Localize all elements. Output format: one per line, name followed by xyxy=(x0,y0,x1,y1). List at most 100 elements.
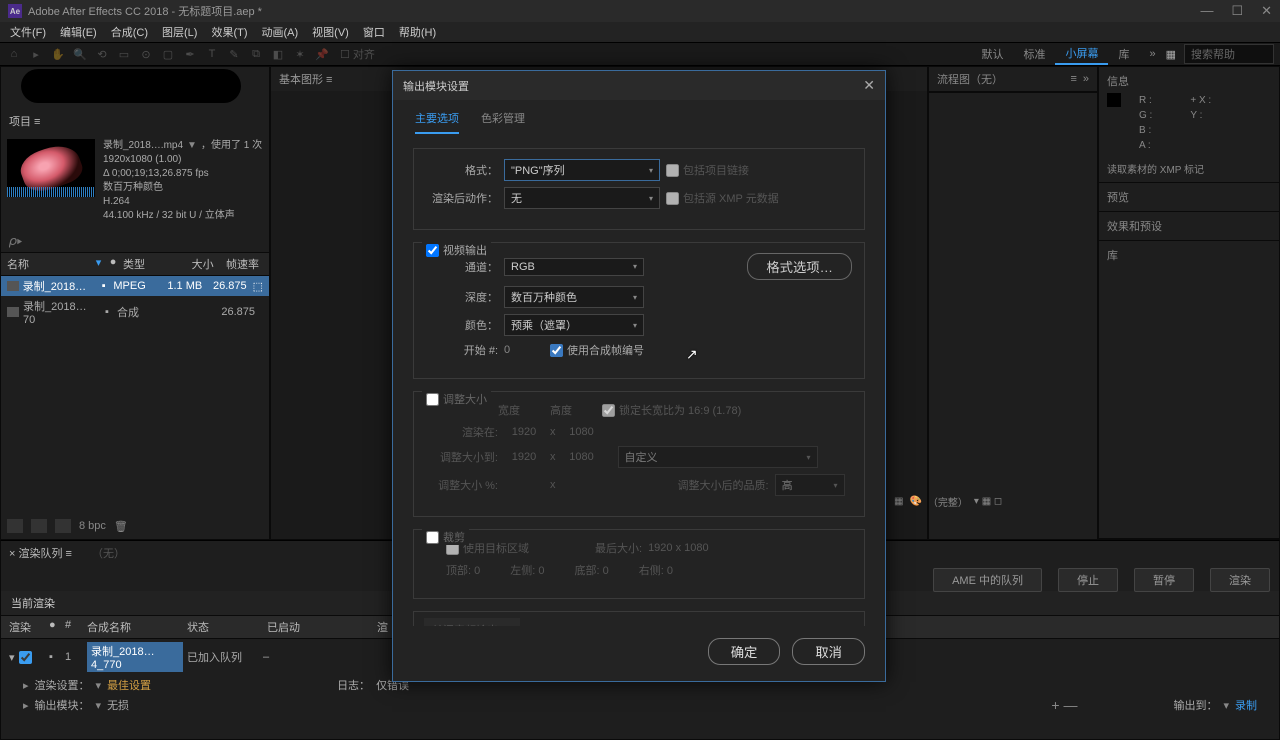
resize-checkbox[interactable]: 调整大小 xyxy=(422,391,491,407)
dropdown-icon[interactable]: ▾ xyxy=(1223,699,1229,712)
cancel-button[interactable]: 取消 xyxy=(792,638,865,665)
add-output-icon[interactable]: + — xyxy=(1051,697,1077,713)
ame-queue-button[interactable]: AME 中的队列 xyxy=(933,568,1042,592)
roto-tool-icon[interactable]: ✶ xyxy=(292,46,308,62)
clone-tool-icon[interactable]: ⧉ xyxy=(248,46,264,62)
ok-button[interactable]: 确定 xyxy=(708,638,781,665)
col-size[interactable]: 大小 xyxy=(168,256,213,272)
effects-panel[interactable]: 效果和预设 xyxy=(1099,212,1279,241)
workspace-standard[interactable]: 标准 xyxy=(1013,44,1055,64)
col-label[interactable]: ● xyxy=(103,256,123,272)
tab-main-options[interactable]: 主要选项 xyxy=(415,110,459,134)
menu-file[interactable]: 文件(F) xyxy=(4,22,52,42)
stop-button[interactable]: 停止 xyxy=(1058,568,1118,592)
text-tool-icon[interactable]: T xyxy=(204,46,220,62)
workspace-reset-icon[interactable]: ▦ xyxy=(1166,48,1176,61)
footage-thumbnail[interactable] xyxy=(7,139,95,197)
zoom-tool-icon[interactable]: 🔍 xyxy=(72,46,88,62)
footage-dropdown-icon[interactable]: ▼ xyxy=(187,139,197,153)
pause-button[interactable]: 暂停 xyxy=(1134,568,1194,592)
render-settings-link[interactable]: 最佳设置 xyxy=(107,677,151,693)
eraser-tool-icon[interactable]: ◧ xyxy=(270,46,286,62)
sort-icon[interactable]: ▾ xyxy=(96,256,102,272)
rcol-status[interactable]: 状态 xyxy=(187,619,267,635)
render-expand-icon[interactable]: ▾ xyxy=(9,651,15,664)
snap-toggle[interactable]: ☐ 对齐 xyxy=(336,46,379,62)
menu-composition[interactable]: 合成(C) xyxy=(105,22,154,42)
maximize-button[interactable]: ☐ xyxy=(1231,3,1243,19)
menu-animation[interactable]: 动画(A) xyxy=(256,22,305,42)
format-select[interactable]: "PNG"序列▾ xyxy=(504,159,660,181)
rcol-start[interactable]: 已启动 xyxy=(267,619,377,635)
use-comp-frame-checkbox[interactable]: 使用合成帧编号 xyxy=(550,342,644,358)
dialog-close-icon[interactable]: ✕ xyxy=(863,77,875,94)
pan-behind-tool-icon[interactable]: ⊙ xyxy=(138,46,154,62)
flowchart-overflow-icon[interactable]: » xyxy=(1083,73,1089,85)
home-icon[interactable]: ⌂ xyxy=(6,46,22,62)
rotate-tool-icon[interactable]: ⟲ xyxy=(94,46,110,62)
close-button[interactable]: ✕ xyxy=(1261,3,1272,19)
library-panel[interactable]: 库 xyxy=(1099,241,1279,539)
start-frame-value[interactable]: 0 xyxy=(504,344,544,356)
viewer-color-icon[interactable]: 🎨 xyxy=(909,496,921,507)
menu-effect[interactable]: 效果(T) xyxy=(205,22,253,42)
channel-select[interactable]: RGB▾ xyxy=(504,258,644,276)
viewer-resolution[interactable]: （完整） xyxy=(928,494,968,509)
workspace-small[interactable]: 小屏幕 xyxy=(1055,43,1108,65)
render-row-label[interactable]: ▪ xyxy=(49,651,65,663)
render-button[interactable]: 渲染 xyxy=(1210,568,1270,592)
video-output-checkbox[interactable]: 视频输出 xyxy=(422,242,491,258)
pen-tool-icon[interactable]: ✒ xyxy=(182,46,198,62)
hand-tool-icon[interactable]: ✋ xyxy=(50,46,66,62)
post-render-select[interactable]: 无▾ xyxy=(504,187,660,209)
col-type[interactable]: 类型 xyxy=(123,256,168,272)
expand-icon[interactable]: ▸ xyxy=(23,699,29,712)
dropdown-icon[interactable]: ▾ xyxy=(96,699,102,712)
help-search[interactable]: 搜索帮助 xyxy=(1184,44,1274,64)
render-row-comp[interactable]: 录制_2018…4_770 xyxy=(87,642,183,672)
render-queue-tab[interactable]: × 渲染队列 ≡ xyxy=(9,545,72,561)
timeline-tab[interactable]: （无） xyxy=(92,545,125,561)
output-module-link[interactable]: 无损 xyxy=(107,697,129,713)
menu-edit[interactable]: 编辑(E) xyxy=(54,22,103,42)
workspace-overflow-icon[interactable]: » xyxy=(1139,46,1165,62)
color-select[interactable]: 预乘（遮罩）▾ xyxy=(504,314,644,336)
puppet-tool-icon[interactable]: 📌 xyxy=(314,46,330,62)
col-name[interactable]: 名称 xyxy=(7,256,96,272)
rcol-num[interactable]: # xyxy=(65,619,87,635)
depth-select[interactable]: 数百万种颜色▾ xyxy=(504,286,644,308)
project-row[interactable]: 录制_2018… ▪ MPEG 1.1 MB 26.875 ⬚ xyxy=(1,276,269,296)
include-project-link-checkbox[interactable]: 包括项目链接 xyxy=(666,162,749,178)
delete-icon[interactable]: 🗑 xyxy=(114,520,128,533)
brush-tool-icon[interactable]: ✎ xyxy=(226,46,242,62)
include-xmp-checkbox[interactable]: 包括源 XMP 元数据 xyxy=(666,190,779,206)
project-search[interactable] xyxy=(9,233,69,248)
viewer-res-icon[interactable]: ▦ xyxy=(894,496,903,507)
menu-help[interactable]: 帮助(H) xyxy=(393,22,442,42)
rcol-label[interactable]: ● xyxy=(49,619,65,635)
bpc-toggle[interactable]: 8 bpc xyxy=(79,520,106,532)
crop-checkbox[interactable]: 裁剪 xyxy=(422,529,469,545)
new-folder-icon[interactable] xyxy=(31,519,47,533)
menu-window[interactable]: 窗口 xyxy=(357,22,391,42)
row-label[interactable]: ▪ xyxy=(97,306,117,318)
rcol-comp[interactable]: 合成名称 xyxy=(87,619,187,635)
rcol-rendertime[interactable]: 渲 xyxy=(377,619,388,635)
row-label[interactable]: ▪ xyxy=(94,280,113,292)
workspace-library[interactable]: 库 xyxy=(1108,44,1139,64)
workspace-default[interactable]: 默认 xyxy=(971,44,1013,64)
rcol-render[interactable]: 渲染 xyxy=(9,619,49,635)
mask-tool-icon[interactable]: ▢ xyxy=(160,46,176,62)
flowchart-menu-icon[interactable]: ≡ xyxy=(1070,73,1076,85)
project-row[interactable]: 录制_2018…70 ▪ 合成 26.875 xyxy=(1,296,269,328)
audio-output-toggle[interactable]: 关闭音频输出▾ xyxy=(424,618,520,626)
output-to-link[interactable]: 录制 xyxy=(1235,697,1257,713)
render-enable-checkbox[interactable] xyxy=(19,651,32,664)
flowchart-title[interactable]: 流程图（无） xyxy=(937,71,1003,87)
col-fps[interactable]: 帧速率 xyxy=(214,256,263,272)
menu-layer[interactable]: 图层(L) xyxy=(156,22,203,42)
menu-view[interactable]: 视图(V) xyxy=(306,22,355,42)
tab-color-management[interactable]: 色彩管理 xyxy=(481,110,525,134)
project-tab[interactable]: 项目 ≡ xyxy=(1,109,269,133)
viewer-camera-icon[interactable]: ▾ ▦ ◻ xyxy=(974,496,1002,507)
